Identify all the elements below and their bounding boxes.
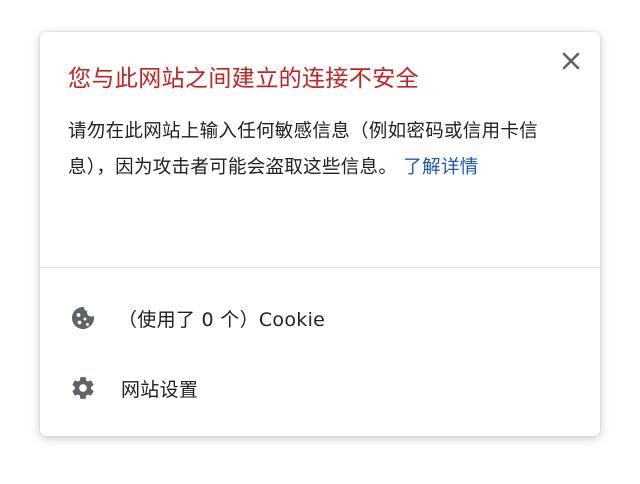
cookie-icon xyxy=(68,303,98,333)
cookies-label: （使用了 0 个）Cookie xyxy=(118,308,326,331)
divider xyxy=(40,267,600,268)
close-icon xyxy=(562,52,580,70)
site-info-popup: 您与此网站之间建立的连接不安全 请勿在此网站上输入任何敏感信息（例如密码或信用卡… xyxy=(40,32,600,436)
gear-icon xyxy=(68,373,98,403)
learn-more-link[interactable]: 了解详情 xyxy=(403,157,478,178)
site-settings-row[interactable]: 网站设置 xyxy=(40,360,600,416)
cookies-row[interactable]: （使用了 0 个）Cookie xyxy=(40,290,600,346)
site-settings-label: 网站设置 xyxy=(121,378,199,401)
connection-warning-description: 请勿在此网站上输入任何敏感信息（例如密码或信用卡信息），因为攻击者可能会盗取这些… xyxy=(68,114,574,186)
connection-warning-title: 您与此网站之间建立的连接不安全 xyxy=(68,66,419,92)
close-button[interactable] xyxy=(560,50,582,72)
